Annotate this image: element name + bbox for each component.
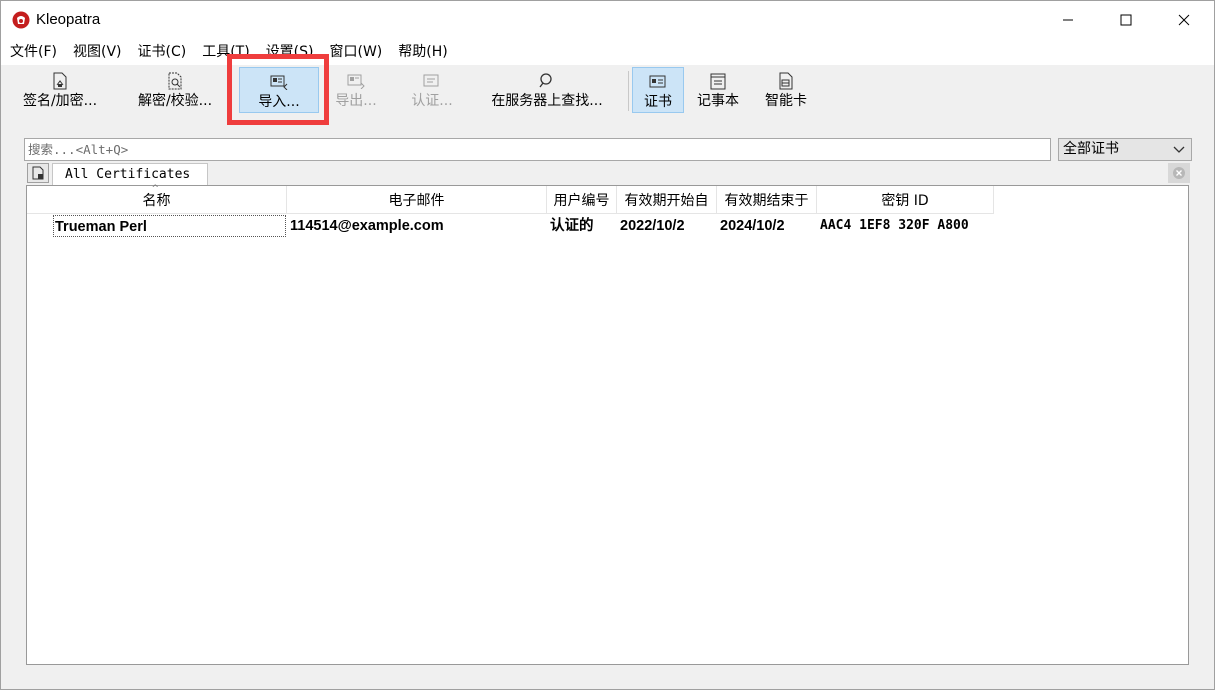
certificate-filter-value: 全部证书 [1063,141,1119,157]
decrypt-verify-icon [168,72,182,90]
close-tab-button[interactable] [1168,163,1190,183]
table-row-valid-from-cell[interactable]: 2022/10/2 [620,215,685,237]
maximize-button[interactable] [1097,1,1155,39]
notepad-label: 记事本 [697,93,739,109]
certify-icon [423,74,439,87]
lookup-on-server-button[interactable]: 在服务器上查找... [479,67,615,113]
menu-tools[interactable]: 工具(T) [196,39,255,65]
table-row-name-cell[interactable]: Trueman Perl [53,215,286,237]
column-header-valid-from-label: 有效期开始自 [624,192,709,209]
close-button[interactable] [1155,1,1213,39]
decrypt-verify-label: 解密/校验... [137,93,213,109]
certificate-table: ^ 名称 电子邮件 用户编号 有效期开始自 有效期结束于 密钥 ID Truem… [26,184,1189,665]
certificates-view-button[interactable]: 证书 [632,67,684,113]
menu-settings[interactable]: 设置(S) [260,39,320,65]
menu-file[interactable]: 文件(F) [4,39,63,65]
maximize-icon [1120,14,1132,26]
menu-help[interactable]: 帮助(H) [392,39,453,65]
sign-encrypt-label: 签名/加密... [22,93,98,109]
column-header-email-label: 电子邮件 [388,192,445,209]
search-input[interactable]: 搜索...<Alt+Q> [24,138,1051,161]
menu-window[interactable]: 窗口(W) [324,39,389,65]
lookup-on-server-label: 在服务器上查找... [491,93,603,109]
certify-button[interactable]: 认证... [401,67,463,113]
sign-encrypt-icon [53,72,67,90]
menu-bar: 文件(F) 视图(V) 证书(C) 工具(T) 设置(S) 窗口(W) 帮助(H… [1,39,1214,65]
close-icon [1178,14,1190,26]
column-header-user-id-label: 用户编号 [553,192,610,209]
new-tab-button[interactable] [27,163,49,183]
smartcard-button[interactable]: 智能卡 [759,67,813,113]
menu-view[interactable]: 视图(V) [67,39,128,65]
notepad-button[interactable]: 记事本 [691,67,745,113]
smartcard-label: 智能卡 [765,93,807,109]
new-tab-icon [32,166,44,180]
smartcard-icon [779,72,793,90]
table-row-key-id-cell[interactable]: AAC4 1EF8 320F A800 [820,215,969,237]
minimize-icon [1063,19,1073,21]
minimize-button[interactable] [1039,1,1097,39]
chevron-down-icon [1173,146,1185,153]
table-row-user-id-cell[interactable]: 认证的 [550,215,594,237]
window-title: Kleopatra [36,11,101,28]
certificates-view-label: 证书 [644,94,672,110]
certify-label: 认证... [411,93,453,109]
import-icon [270,75,288,90]
column-header-key-id-label: 密钥 ID [881,192,929,209]
import-button[interactable]: 导入... [239,67,319,113]
export-icon [347,74,365,89]
certificate-icon [649,75,666,88]
toolbar: 签名/加密... 解密/校验... 导入... 导出... 认证... 在服务器… [1,65,1214,115]
menu-certificates[interactable]: 证书(C) [132,39,193,65]
sort-ascending-icon: ^ [151,184,160,194]
kleopatra-window: Kleopatra 文件(F) 视图(V) 证书(C) 工具(T) 设置(S) … [0,0,1215,690]
notepad-icon [710,73,726,90]
table-row-valid-until-cell[interactable]: 2024/10/2 [720,215,785,237]
tab-all-certificates[interactable]: All Certificates [52,163,208,185]
search-icon [539,73,552,88]
column-header-valid-from[interactable]: 有效期开始自 [617,186,717,214]
title-bar: Kleopatra [1,1,1214,39]
column-header-user-id[interactable]: 用户编号 [547,186,617,214]
kleopatra-logo-icon [12,11,30,29]
export-button[interactable]: 导出... [323,67,389,113]
column-header-email[interactable]: 电子邮件 [287,186,547,214]
import-label: 导入... [258,94,300,110]
toolbar-separator [628,71,629,111]
column-header-key-id[interactable]: 密钥 ID [817,186,994,214]
certificate-filter-select[interactable]: 全部证书 [1058,138,1192,161]
column-header-valid-until-label: 有效期结束于 [724,192,809,209]
close-circle-icon [1173,167,1185,179]
column-header-name[interactable]: ^ 名称 [27,184,287,214]
column-header-valid-until[interactable]: 有效期结束于 [717,186,817,214]
table-row-email-cell[interactable]: 114514@example.com [290,215,444,237]
sign-encrypt-button[interactable]: 签名/加密... [11,67,109,113]
decrypt-verify-button[interactable]: 解密/校验... [126,67,224,113]
export-label: 导出... [335,93,377,109]
